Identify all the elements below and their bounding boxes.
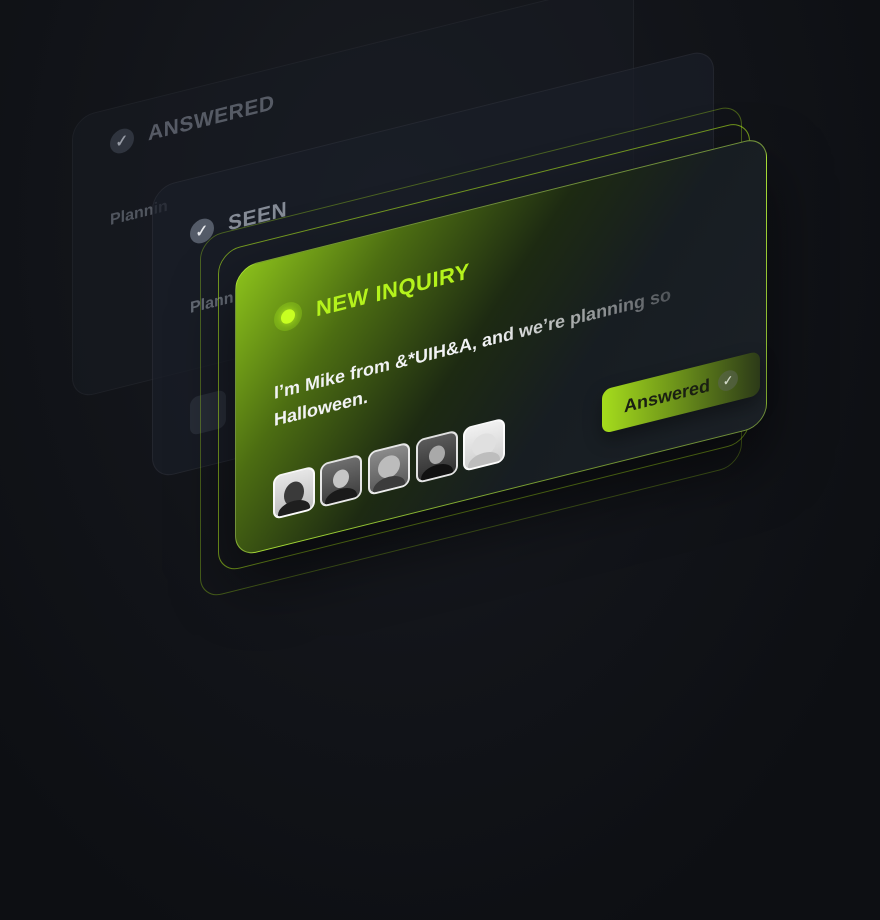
check-icon: ✓ [718, 368, 739, 394]
inquiry-stack: ✓ ANSWERED Plannin ✓ SEEN Plann NEW INQUIR… [0, 0, 880, 920]
